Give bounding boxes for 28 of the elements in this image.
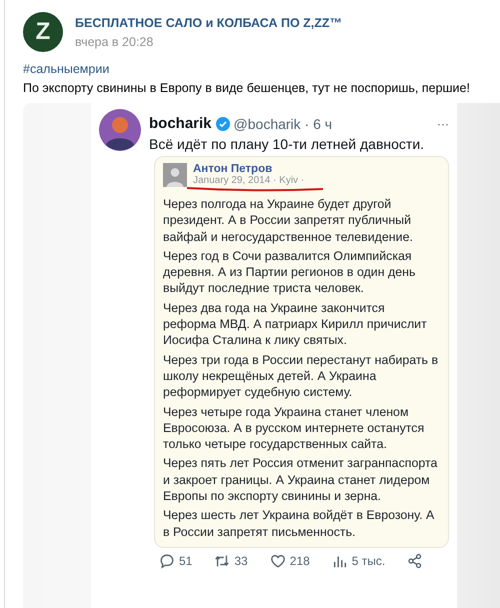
avatar-icon xyxy=(163,163,187,187)
attached-image[interactable] xyxy=(23,103,500,608)
more-button[interactable]: ··· xyxy=(437,116,449,130)
heart-icon[interactable] xyxy=(270,552,286,569)
retweet-icon[interactable] xyxy=(214,552,230,569)
stat-count: 5 тыс. xyxy=(352,554,386,568)
tweet-author[interactable]: bocharik xyxy=(149,115,212,132)
quoted-paragraph: Через два года на Украине закончится реформа МВД. А патриарх Кирилл причислит Иосифа Сталина к лику святых. xyxy=(163,300,428,349)
tweet-handle: @bocharik · 6 ч xyxy=(234,116,332,132)
stat-count: 218 xyxy=(290,554,310,568)
comment-icon[interactable] xyxy=(159,552,175,569)
stat-count: 51 xyxy=(179,554,192,568)
hashtag-link[interactable]: #сальныемрии xyxy=(23,62,110,76)
post-text: По экспорту свинины в Европу в виде бешенцев, тут не поспоришь, першие! xyxy=(23,81,471,95)
tweet-text: Всё идёт по плану 10-ти летней давности. xyxy=(149,136,426,152)
share-icon[interactable] xyxy=(407,552,424,569)
stat-count: 33 xyxy=(234,554,248,568)
quoted-paragraph: Через три года в России перестанут набирать в школу некрещёных детей. А Украина реформирует судебную систему. xyxy=(163,352,440,401)
avatar-icon xyxy=(99,109,141,151)
quoted-paragraph: Через год в Сочи развалится Олимпийская деревня. А из Партии регионов в один день выйдут последние триста человек. xyxy=(163,248,416,297)
group-avatar[interactable]: Z xyxy=(23,12,63,52)
quoted-date: January 29, 2014 · Kyiv · xyxy=(193,175,306,186)
quoted-paragraph: Через пять лет Россия отменит загранпаспорта и закроет границы. А Украина станет лидером Европы по экспорту свинины и зерна. xyxy=(163,455,438,504)
quoted-paragraph: Через полгода на Украине будет другой президент. А в России запретят публичный вайфай и негосударственное телевидение. xyxy=(163,196,414,245)
quoted-paragraph: Через шесть лет Украина войдёт в Еврозону. А в России запретят письменность. xyxy=(163,507,436,540)
quoted-author: Антон Петров xyxy=(193,163,274,175)
group-name[interactable]: БЕСПЛАТНОЕ САЛО и КОЛБАСА ПО Z,ZZ™ xyxy=(75,16,342,30)
quoted-paragraph: Через четыре года Украина станет членом Евросоюза. А в русском интернете останутся только четыре государственных сайта. xyxy=(163,404,426,452)
